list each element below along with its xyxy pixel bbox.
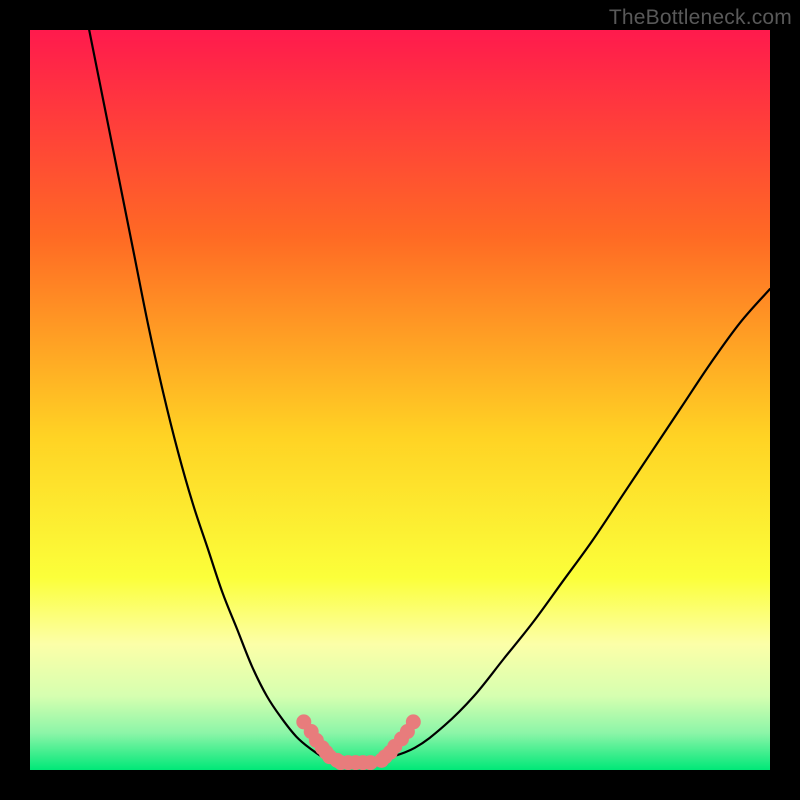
plot-svg bbox=[30, 30, 770, 770]
chart-frame: TheBottleneck.com bbox=[0, 0, 800, 800]
gradient-background bbox=[30, 30, 770, 770]
watermark-text: TheBottleneck.com bbox=[609, 6, 792, 30]
marker-dot bbox=[406, 714, 421, 729]
plot-area bbox=[30, 30, 770, 770]
